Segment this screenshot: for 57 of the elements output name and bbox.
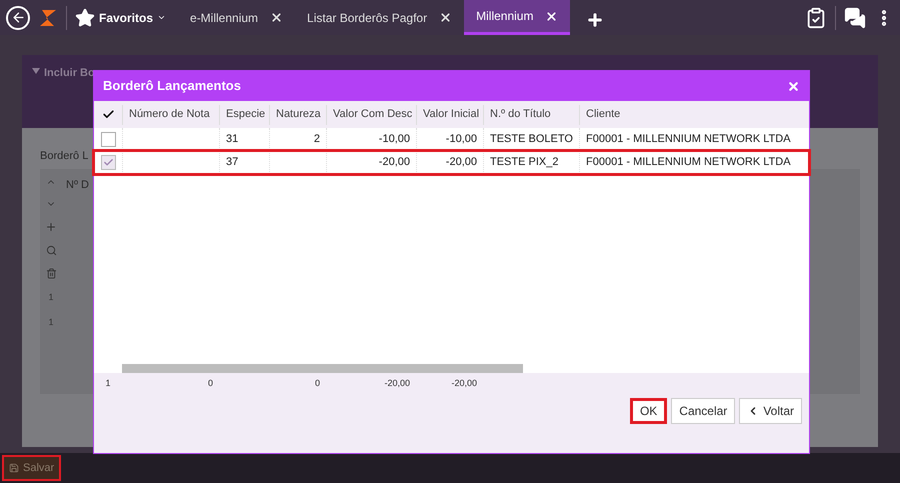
star-icon — [75, 8, 95, 28]
column-header: Nº D — [66, 178, 89, 192]
back-button[interactable]: Voltar — [739, 398, 802, 424]
logo-icon — [38, 8, 58, 28]
column-header[interactable]: Cliente — [579, 104, 809, 124]
save-icon — [9, 463, 19, 473]
clipboard-icon[interactable] — [805, 6, 827, 28]
column-header[interactable]: Número de Nota — [122, 104, 219, 124]
total-value: -20,00 — [384, 377, 410, 390]
row-checkbox[interactable] — [100, 132, 116, 146]
close-icon[interactable] — [545, 10, 558, 22]
table-cell-text: TESTE PIX_2 — [490, 155, 558, 170]
row-number: 1 — [48, 290, 54, 304]
tab[interactable]: e-Millennium — [178, 0, 296, 35]
total-value: 1 — [105, 377, 110, 390]
select-all-icon[interactable] — [102, 108, 114, 121]
table-cell-text: -20,00 — [446, 155, 477, 170]
close-icon[interactable] — [270, 11, 284, 24]
trash-icon[interactable] — [46, 268, 56, 278]
add-icon[interactable] — [45, 220, 57, 232]
table-cell-text: 37 — [226, 155, 238, 170]
chat-icon[interactable] — [844, 6, 866, 28]
column-header[interactable]: N.º do Título — [483, 104, 579, 124]
total-value: 0 — [314, 377, 320, 390]
back-button[interactable] — [6, 6, 30, 30]
add-tab-icon[interactable] — [586, 10, 604, 28]
table-cell-text: F00001 - MILLENNIUM NETWORK LTDA — [586, 155, 791, 170]
column-header[interactable]: Natureza — [269, 104, 326, 124]
total-value: 0 — [208, 377, 213, 390]
table-cell-text: -10,00 — [446, 132, 477, 147]
search-icon[interactable] — [46, 244, 56, 256]
table-cell-text: -20,00 — [378, 155, 410, 170]
horizontal-scrollbar[interactable] — [122, 364, 523, 373]
row-checkbox[interactable] — [100, 155, 116, 170]
close-icon[interactable] — [787, 80, 800, 92]
column-header[interactable]: Valor Com Desc — [326, 104, 416, 124]
column-header[interactable]: Valor Inicial — [416, 104, 483, 124]
favorites-menu[interactable]: Favoritos — [75, 8, 166, 28]
dialog-title: Borderô Lançamentos — [103, 77, 241, 96]
table-row[interactable]: 37 -20,00 -20,00 TESTE PIX_2 F00001 - MILLENNIUM NETWORK LTDA — [94, 151, 809, 174]
table-cell-text: 31 — [226, 132, 238, 147]
tab[interactable]: Listar Borderôs Pagfor — [295, 0, 464, 35]
table-cell-text: F00001 - MILLENNIUM NETWORK LTDA — [586, 132, 791, 147]
cancel-button[interactable]: Cancelar — [671, 398, 736, 424]
caret-icon — [157, 13, 166, 22]
table-cell-text: 2 — [314, 132, 320, 147]
table-cell-text: TESTE BOLETO — [490, 132, 573, 147]
row-number: 1 — [48, 316, 54, 329]
close-icon[interactable] — [439, 11, 452, 24]
check-icon — [102, 157, 114, 168]
column-header[interactable]: Especie — [219, 104, 269, 124]
tab[interactable]: Millennium — [464, 0, 570, 35]
ok-button[interactable]: OK — [630, 398, 668, 424]
table-cell-text: -10,00 — [378, 132, 410, 147]
collapse-triangle-icon[interactable] — [32, 68, 40, 74]
section-label: Borderô L — [40, 149, 88, 164]
total-value: -20,00 — [451, 377, 477, 390]
